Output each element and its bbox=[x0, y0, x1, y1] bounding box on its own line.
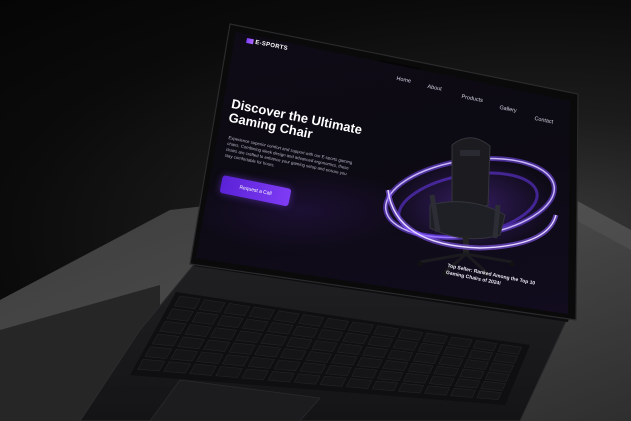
chair-headrest-logo bbox=[460, 150, 480, 156]
chair-backrest bbox=[451, 137, 491, 210]
laptop-screen: E-SPORTS Home About Products Gallery Con… bbox=[0, 0, 631, 421]
logo-icon bbox=[246, 38, 254, 45]
chair-hero-graphic bbox=[383, 137, 559, 277]
website-display: E-SPORTS Home About Products Gallery Con… bbox=[196, 32, 570, 314]
